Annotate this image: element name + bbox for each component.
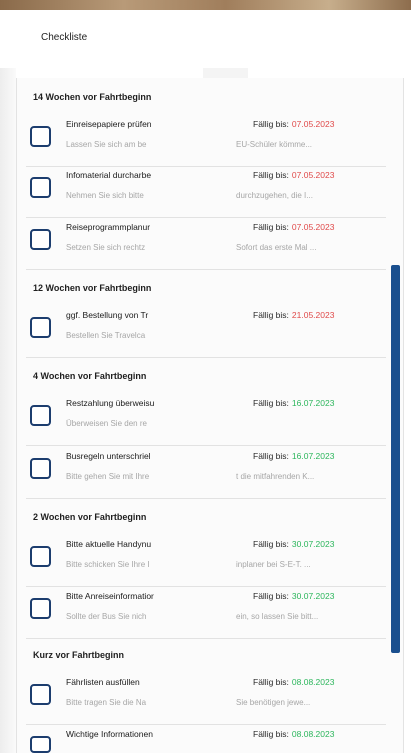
task-checkbox[interactable] (30, 684, 51, 705)
due-date-value: 07.05.2023 (291, 170, 335, 180)
task-title: Wichtige Informationen (66, 729, 153, 739)
due-label: Fällig bis: (253, 119, 289, 129)
app-header: Checkliste (0, 10, 411, 68)
row-divider (26, 269, 386, 270)
due-label: Fällig bis: (253, 398, 289, 408)
due-date-value: 07.05.2023 (291, 119, 335, 129)
due-date: Fällig bis: 07.05.2023 (253, 222, 334, 232)
scrollbar-thumb[interactable] (391, 265, 400, 653)
task-description-continued: Sie benötigen jewe... (236, 698, 311, 707)
due-label: Fällig bis: (253, 310, 289, 320)
task-description: Nehmen Sie sich bitte (66, 191, 144, 200)
task-description: Bitte gehen Sie mit Ihre (66, 472, 150, 481)
task-description: Setzen Sie sich rechtz (66, 243, 146, 252)
due-date: Fällig bis: 30.07.2023 (253, 591, 334, 601)
task-description-continued: inplaner bei S-E-T. ... (236, 560, 311, 569)
task-description: Überweisen Sie den re (66, 419, 147, 428)
checklist-row[interactable]: Bitte Anreiseinformatior Sollte der Bus … (16, 584, 386, 639)
due-label: Fällig bis: (253, 591, 289, 601)
due-date-value: 08.08.2023 (291, 729, 335, 739)
task-checkbox[interactable] (30, 546, 51, 567)
due-date: Fällig bis: 07.05.2023 (253, 170, 334, 180)
due-date: Fällig bis: 08.08.2023 (253, 677, 334, 687)
due-date-value: 16.07.2023 (291, 398, 335, 408)
task-title: Einreisepapiere prüfen (66, 119, 152, 129)
task-title: Bitte Anreiseinformatior (66, 591, 154, 601)
task-description: Bitte schicken Sie Ihre I (66, 560, 150, 569)
due-date: Fällig bis: 30.07.2023 (253, 539, 334, 549)
task-description-continued: Sofort das erste Mal ... (236, 243, 317, 252)
due-date: Fällig bis: 16.07.2023 (253, 451, 334, 461)
task-checkbox[interactable] (30, 405, 51, 426)
row-divider (26, 357, 386, 358)
left-backdrop (0, 68, 16, 753)
checklist-row[interactable]: Restzahlung überweisu Überweisen Sie den… (16, 391, 386, 446)
task-description-continued: t die mitfahrenden K... (236, 472, 315, 481)
due-label: Fällig bis: (253, 677, 289, 687)
section-heading: 4 Wochen vor Fahrtbeginn (33, 371, 147, 381)
due-date-value: 16.07.2023 (291, 451, 335, 461)
task-description-continued: durchzugehen, die I... (236, 191, 313, 200)
due-label: Fällig bis: (253, 539, 289, 549)
task-checkbox[interactable] (30, 126, 51, 147)
due-label: Fällig bis: (253, 451, 289, 461)
task-description: Lassen Sie sich am be (66, 140, 147, 149)
due-date-value: 08.08.2023 (291, 677, 335, 687)
task-description: Bestellen Sie Travelca (66, 331, 146, 340)
due-date: Fällig bis: 07.05.2023 (253, 119, 334, 129)
task-title: ggf. Bestellung von Tr (66, 310, 149, 320)
checklist-row[interactable]: Bitte aktuelle Handynu Bitte schicken Si… (16, 532, 386, 587)
background-photo-strip (0, 0, 411, 10)
task-description-continued: EU-Schüler kömme... (236, 140, 313, 149)
task-title: Infomaterial durcharbe (66, 170, 152, 180)
checklist-row[interactable]: Wichtige Informationen Fällig bis: 08.08.… (16, 722, 386, 753)
task-description: Bitte tragen Sie die Na (66, 698, 147, 707)
due-date: Fällig bis: 21.05.2023 (253, 310, 334, 320)
checklist-row[interactable]: Reiseprogrammplanur Setzen Sie sich rech… (16, 215, 386, 270)
row-divider (26, 638, 386, 639)
due-date: Fällig bis: 16.07.2023 (253, 398, 334, 408)
task-description-continued: ein, so lassen Sie bitt... (236, 612, 319, 621)
due-date-value: 07.05.2023 (291, 222, 335, 232)
checklist-row[interactable]: Infomaterial durcharbe Nehmen Sie sich b… (16, 163, 386, 218)
section-heading: 2 Wochen vor Fahrtbeginn (33, 512, 147, 522)
section-heading: 12 Wochen vor Fahrtbeginn (33, 283, 152, 293)
task-checkbox[interactable] (30, 229, 51, 250)
task-title: Fährlisten ausfüllen (66, 677, 140, 687)
section-heading: Kurz vor Fahrtbeginn (33, 650, 125, 660)
due-date-value: 30.07.2023 (291, 591, 335, 601)
task-checkbox[interactable] (30, 458, 51, 479)
due-label: Fällig bis: (253, 170, 289, 180)
task-description: Sollte der Bus Sie nich (66, 612, 147, 621)
due-date-value: 30.07.2023 (291, 539, 335, 549)
due-label: Fällig bis: (253, 729, 289, 739)
page-title: Checkliste (41, 32, 88, 43)
task-checkbox[interactable] (30, 736, 51, 753)
checklist-row[interactable]: Fährlisten ausfüllen Bitte tragen Sie di… (16, 670, 386, 725)
task-title: Bitte aktuelle Handynu (66, 539, 152, 549)
task-checkbox[interactable] (30, 598, 51, 619)
task-checkbox[interactable] (30, 177, 51, 198)
due-date-value: 21.05.2023 (291, 310, 335, 320)
row-divider (26, 498, 386, 499)
due-date: Fällig bis: 08.08.2023 (253, 729, 334, 739)
task-title: Restzahlung überweisu (66, 398, 155, 408)
section-heading: 14 Wochen vor Fahrtbeginn (33, 92, 152, 102)
checklist-row[interactable]: Einreisepapiere prüfen Lassen Sie sich a… (16, 112, 386, 167)
task-title: Reiseprogrammplanur (66, 222, 151, 232)
task-title: Busregeln unterschriel (66, 451, 151, 461)
checklist-row[interactable]: Busregeln unterschriel Bitte gehen Sie m… (16, 444, 386, 499)
task-checkbox[interactable] (30, 317, 51, 338)
due-label: Fällig bis: (253, 222, 289, 232)
checklist-row[interactable]: ggf. Bestellung von Tr Bestellen Sie Tra… (16, 303, 386, 358)
